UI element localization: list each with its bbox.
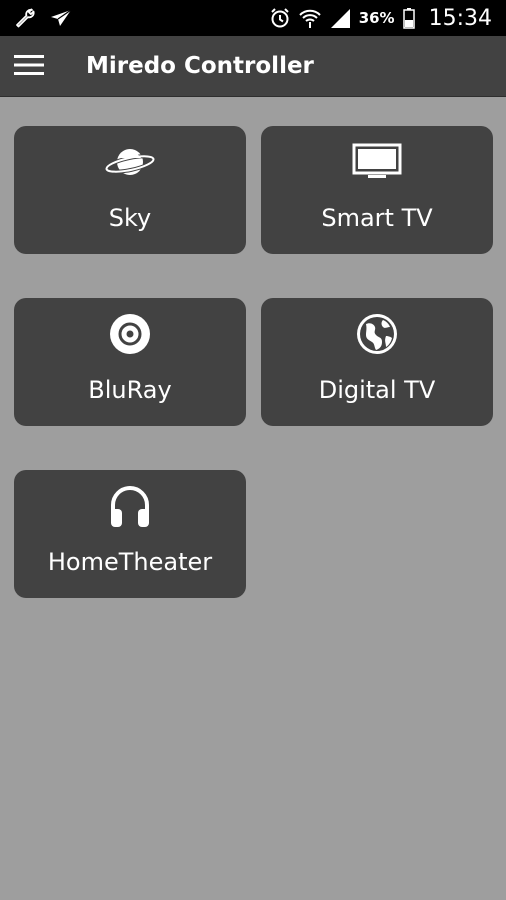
device-tile-hometheater[interactable]: HomeTheater: [14, 470, 246, 598]
device-label-digital-tv: Digital TV: [318, 376, 436, 404]
device-label-sky: Sky: [108, 204, 152, 232]
planet-icon: [104, 142, 156, 186]
app-title: Miredo Controller: [86, 53, 314, 79]
device-tile-digital-tv[interactable]: Digital TV: [261, 298, 493, 426]
signal-icon: [329, 0, 351, 36]
monitor-icon: [352, 142, 402, 186]
send-icon: [50, 0, 72, 36]
device-tile-smart-tv[interactable]: Smart TV: [261, 126, 493, 254]
alarm-icon: [269, 0, 291, 36]
device-label-smart-tv: Smart TV: [321, 204, 433, 232]
wrench-icon: [14, 0, 36, 36]
clock: 15:34: [428, 5, 492, 31]
device-tile-bluray[interactable]: BluRay: [14, 298, 246, 426]
app-bar: Miredo Controller: [0, 36, 506, 97]
status-bar: 36% 15:34: [0, 0, 506, 36]
hamburger-menu-icon: [14, 54, 44, 80]
battery-icon: [402, 0, 415, 36]
wifi-icon: [298, 0, 321, 36]
disc-icon: [108, 312, 152, 360]
battery-percent: 36%: [358, 9, 395, 27]
device-tile-sky[interactable]: Sky: [14, 126, 246, 254]
device-label-hometheater: HomeTheater: [47, 548, 213, 576]
headphones-icon: [108, 483, 152, 533]
device-label-bluray: BluRay: [88, 376, 172, 404]
menu-button[interactable]: [0, 36, 58, 97]
globe-icon: [355, 312, 399, 360]
